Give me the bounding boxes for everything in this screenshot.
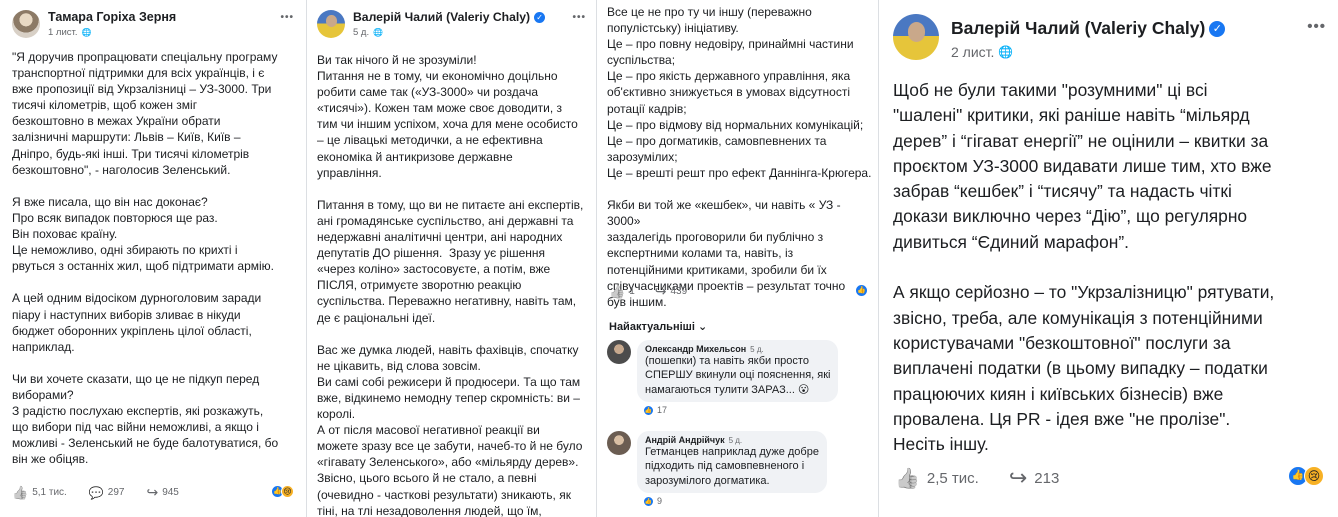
avatar[interactable] [317, 10, 345, 38]
more-options-icon[interactable]: ••• [280, 12, 294, 23]
post-header: Тамара Горіха Зерня 1 лист. 🌐 [12, 10, 176, 38]
post-header: Валерій Чалий (Valeriy Chaly) ✓ 5 д. 🌐 [317, 10, 546, 38]
author-name-text[interactable]: Валерій Чалий (Valeriy Chaly) [353, 10, 530, 24]
share-icon: ↪ [1008, 465, 1028, 490]
author-name[interactable]: Тамара Горіха Зерня [48, 10, 176, 24]
share-action[interactable]: ↪ 439 [655, 283, 687, 300]
like-reaction-icon: 👍 [643, 404, 654, 416]
post-time-text[interactable]: 5 д. [353, 27, 369, 38]
post-text: "Я доручив пропрацювати спеціальну прогр… [12, 50, 279, 467]
post-text: Все це не про ту чи іншу (переважно попу… [607, 5, 872, 309]
comment-time[interactable]: 5 д. [729, 436, 743, 445]
post-text: Ви так нічого й не зрозуміли! Питання не… [317, 53, 584, 517]
post-time[interactable]: 2 лист. 🌐 [951, 44, 1225, 60]
commenter-name-text[interactable]: Андрій Андрійчук [645, 435, 725, 445]
globe-icon: 🌐 [998, 45, 1014, 59]
avatar[interactable] [12, 10, 40, 38]
comment-sort-dropdown[interactable]: Найактуальніші ⌄ [609, 320, 707, 333]
like-action[interactable]: 👍 5,1 тис. [12, 485, 67, 501]
share-icon: ↪ [146, 484, 159, 500]
likes-count: 5,1 тис. [32, 487, 67, 498]
shares-count: 439 [670, 286, 688, 297]
like-icon: 👍 [12, 484, 29, 500]
globe-icon: 🌐 [81, 28, 92, 37]
comments-count: 297 [107, 487, 125, 498]
sort-label[interactable]: Найактуальніші [609, 321, 695, 333]
comment-time[interactable]: 5 д. [750, 345, 764, 354]
comment-action[interactable]: 💬 297 [89, 486, 125, 500]
avatar[interactable] [893, 14, 939, 60]
reactions[interactable]: 👍 [855, 284, 868, 297]
likes-count: 1 [629, 286, 635, 297]
post-valeriy-2: Валерій Чалий (Valeriy Chaly) ✓ 2 лист. 🌐 … [878, 0, 1338, 517]
commenter-avatar[interactable] [607, 340, 631, 364]
like-icon: 👍 [609, 283, 626, 299]
likes-count: 2,5 тис. [926, 469, 979, 487]
post-valeriy-continued: Все це не про ту чи іншу (переважно попу… [596, 0, 878, 517]
comment-reactions[interactable]: 👍 9 [643, 495, 827, 507]
commenter-name-text[interactable]: Олександр Михельсон [645, 344, 746, 354]
author-name[interactable]: Валерій Чалий (Valeriy Chaly) ✓ [951, 18, 1226, 39]
shares-count: 213 [1034, 469, 1060, 487]
shares-count: 945 [162, 487, 179, 498]
comment-bubble: Андрій Андрійчук 5 д. Гетманцев наприклад… [637, 431, 827, 493]
author-name[interactable]: Валерій Чалий (Valeriy Chaly) ✓ [353, 10, 546, 24]
post-tamara: Тамара Горіха Зерня 1 лист. 🌐 ••• "Я дору… [0, 0, 306, 517]
post-actions: 👍 1 ↪ 439 [609, 283, 687, 300]
comment-likes-count: 17 [657, 405, 668, 416]
post-actions: 👍 2,5 тис. ↪ 213 [895, 465, 1059, 491]
comment-reactions[interactable]: 👍 17 [643, 404, 838, 416]
comment-icon: 💬 [88, 485, 104, 500]
like-reaction-icon: 👍 [643, 495, 654, 507]
comment-bubble: Олександр Михельсон 5 д. (пошепки) та нав… [637, 340, 839, 402]
post-time-text[interactable]: 2 лист. [951, 44, 994, 60]
comment-text: (пошепки) та навіть якби просто СПЕРШУ в… [645, 355, 831, 396]
post-valeriy-1: Валерій Чалий (Valeriy Chaly) ✓ 5 д. 🌐 •••… [306, 0, 596, 517]
sad-reaction-icon: 😢 [1304, 466, 1324, 486]
commenter-name[interactable]: Андрій Андрійчук 5 д. [645, 435, 819, 445]
post-actions: 👍 5,1 тис. 💬 297 ↪ 945 [12, 484, 179, 501]
like-reaction-icon: 👍 [855, 284, 868, 297]
commenter-avatar[interactable] [607, 431, 631, 455]
post-time-text[interactable]: 1 лист. [48, 27, 77, 38]
more-options-icon[interactable]: ••• [1307, 18, 1326, 35]
author-name-text[interactable]: Тамара Горіха Зерня [48, 10, 176, 24]
comment: Олександр Михельсон 5 д. (пошепки) та нав… [607, 340, 839, 416]
like-action[interactable]: 👍 1 [609, 284, 635, 300]
like-action[interactable]: 👍 2,5 тис. [895, 466, 979, 491]
post-header: Валерій Чалий (Valeriy Chaly) ✓ 2 лист. 🌐 [893, 14, 1226, 60]
share-action[interactable]: ↪ 213 [1009, 465, 1059, 491]
more-options-icon[interactable]: ••• [572, 12, 586, 23]
comment-likes-count: 9 [657, 496, 663, 507]
post-time[interactable]: 1 лист. 🌐 [48, 27, 176, 38]
post-text: Щоб не були такими "розумними" ці всі "ш… [893, 80, 1275, 455]
share-action[interactable]: ↪ 945 [146, 484, 178, 501]
share-icon: ↪ [654, 283, 667, 299]
commenter-name[interactable]: Олександр Михельсон 5 д. [645, 344, 830, 354]
author-name-text[interactable]: Валерій Чалий (Valeriy Chaly) [951, 18, 1205, 39]
comment-text: Гетманцев наприклад дуже добре підходить… [645, 446, 819, 487]
comment: Андрій Андрійчук 5 д. Гетманцев наприклад… [607, 431, 827, 507]
verified-badge-icon: ✓ [534, 11, 546, 23]
like-icon: 👍 [895, 467, 920, 490]
reactions[interactable]: 👍 😢 [271, 485, 294, 498]
globe-icon: 🌐 [373, 28, 384, 37]
sad-reaction-icon: 😢 [281, 485, 294, 498]
reactions[interactable]: 👍 😢 [1288, 466, 1324, 486]
verified-badge-icon: ✓ [1209, 20, 1226, 37]
chevron-down-icon: ⌄ [697, 321, 708, 333]
post-time[interactable]: 5 д. 🌐 [353, 27, 545, 38]
